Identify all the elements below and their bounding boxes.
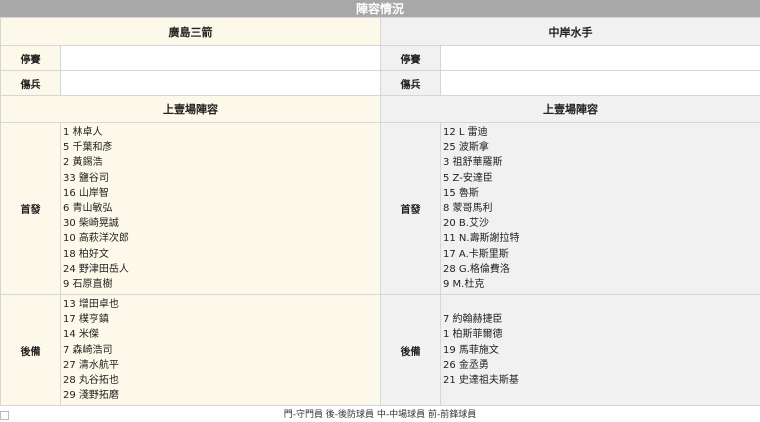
away-subs-cell: 7 約翰赫捷臣1 柏斯菲爾德19 馬菲施文26 金丞勇21 史達祖夫斯基 — [441, 295, 760, 406]
home-injured-label: 傷兵 — [1, 71, 61, 96]
player-entry: 15 魯斯 — [443, 186, 760, 201]
player-entry: 17 樸亨鎮 — [63, 312, 380, 327]
player-entry: 33 鹽谷司 — [63, 171, 380, 186]
player-entry: 1 林卓人 — [63, 125, 380, 140]
away-subs-label: 後備 — [381, 295, 441, 406]
player-entry: 18 柏好文 — [63, 247, 380, 262]
player-entry: 14 米傑 — [63, 327, 380, 342]
player-entry: 29 淺野拓磨 — [63, 388, 380, 403]
home-subs-list: 13 增田卓也17 樸亨鎮14 米傑7 森崎浩司27 清水航平28 丸谷拓也29… — [61, 295, 380, 405]
player-entry: 7 森崎浩司 — [63, 343, 380, 358]
away-team-name: 中岸水手 — [381, 18, 760, 46]
player-entry: 30 柴崎晃誠 — [63, 216, 380, 231]
lineup-table: 廣島三箭 中岸水手 停賽 停賽 傷兵 傷兵 上壹場陣容 上壹場陣容 首發 1 林… — [0, 17, 760, 406]
player-entry: 13 增田卓也 — [63, 297, 380, 312]
player-entry: 21 史達祖夫斯基 — [443, 373, 760, 388]
player-entry: 25 波斯拿 — [443, 140, 760, 155]
home-injured-value — [61, 71, 381, 96]
away-suspended-value — [441, 46, 760, 71]
player-entry: 16 山岸智 — [63, 186, 380, 201]
home-suspended-label: 停賽 — [1, 46, 61, 71]
player-entry: 11 N.壽斯謝拉特 — [443, 231, 760, 246]
player-entry: 28 G.格倫費洛 — [443, 262, 760, 277]
home-suspended-value — [61, 46, 381, 71]
away-starters-label: 首發 — [381, 123, 441, 295]
away-starters-cell: 12 L 雷迪25 波斯拿3 祖舒華羅斯5 Z-安達臣15 魯斯8 蒙哥馬利20… — [441, 123, 760, 295]
player-entry: 5 Z-安達臣 — [443, 171, 760, 186]
legend-checkbox-icon — [0, 411, 9, 420]
away-starters-list: 12 L 雷迪25 波斯拿3 祖舒華羅斯5 Z-安達臣15 魯斯8 蒙哥馬利20… — [441, 123, 760, 294]
home-starters-list: 1 林卓人5 千葉和彥2 黃錫浩33 鹽谷司16 山岸智6 青山敏弘30 柴崎晃… — [61, 123, 380, 294]
player-entry: 10 高萩洋次郎 — [63, 231, 380, 246]
away-injured-value — [441, 71, 760, 96]
player-entry: 9 M.杜克 — [443, 277, 760, 292]
home-starters-label: 首發 — [1, 123, 61, 295]
position-legend: 門-守門員 後-後防球員 中-中場球員 前-前鋒球員 — [0, 408, 760, 422]
player-entry: 19 馬菲施文 — [443, 343, 760, 358]
player-entry: 2 黃錫浩 — [63, 155, 380, 170]
player-entry: 6 青山敏弘 — [63, 201, 380, 216]
player-entry: 8 蒙哥馬利 — [443, 201, 760, 216]
home-team-name: 廣島三箭 — [1, 18, 381, 46]
player-entry: 20 B.艾沙 — [443, 216, 760, 231]
away-subs-list: 7 約翰赫捷臣1 柏斯菲爾德19 馬菲施文26 金丞勇21 史達祖夫斯基 — [441, 310, 760, 390]
last-lineup-header-row: 上壹場陣容 上壹場陣容 — [1, 96, 760, 123]
player-entry: 27 清水航平 — [63, 358, 380, 373]
away-injured-label: 傷兵 — [381, 71, 441, 96]
player-entry: 26 金丞勇 — [443, 358, 760, 373]
player-entry: 5 千葉和彥 — [63, 140, 380, 155]
player-entry: 9 石原直樹 — [63, 277, 380, 292]
team-header-row: 廣島三箭 中岸水手 — [1, 18, 760, 46]
home-subs-label: 後備 — [1, 295, 61, 406]
player-entry: 28 丸谷拓也 — [63, 373, 380, 388]
player-entry: 7 約翰赫捷臣 — [443, 312, 760, 327]
player-entry: 17 A.卡斯里斯 — [443, 247, 760, 262]
suspended-row: 停賽 停賽 — [1, 46, 760, 71]
player-entry: 24 野津田岳人 — [63, 262, 380, 277]
page-title: 陣容情況 — [0, 0, 760, 17]
away-suspended-label: 停賽 — [381, 46, 441, 71]
injured-row: 傷兵 傷兵 — [1, 71, 760, 96]
home-last-lineup-title: 上壹場陣容 — [1, 96, 381, 123]
player-entry: 12 L 雷迪 — [443, 125, 760, 140]
home-subs-cell: 13 增田卓也17 樸亨鎮14 米傑7 森崎浩司27 清水航平28 丸谷拓也29… — [61, 295, 381, 406]
player-entry: 3 祖舒華羅斯 — [443, 155, 760, 170]
legend-text: 門-守門員 後-後防球員 中-中場球員 前-前鋒球員 — [284, 410, 477, 420]
starters-row: 首發 1 林卓人5 千葉和彥2 黃錫浩33 鹽谷司16 山岸智6 青山敏弘30 … — [1, 123, 760, 295]
away-last-lineup-title: 上壹場陣容 — [381, 96, 760, 123]
home-starters-cell: 1 林卓人5 千葉和彥2 黃錫浩33 鹽谷司16 山岸智6 青山敏弘30 柴崎晃… — [61, 123, 381, 295]
subs-row: 後備 13 增田卓也17 樸亨鎮14 米傑7 森崎浩司27 清水航平28 丸谷拓… — [1, 295, 760, 406]
player-entry: 1 柏斯菲爾德 — [443, 327, 760, 342]
